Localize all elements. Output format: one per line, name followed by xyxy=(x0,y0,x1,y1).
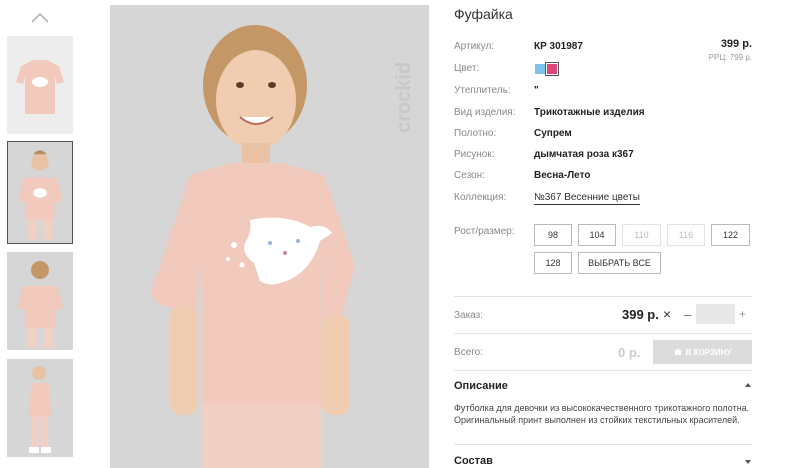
attr-value: Супрем xyxy=(534,128,572,139)
divider xyxy=(454,370,752,371)
size-button-116: 116 xyxy=(667,224,705,246)
divider xyxy=(454,444,752,445)
thumbnail-side-view[interactable] xyxy=(7,359,73,457)
product-title: Фуфайка xyxy=(454,6,513,22)
attr-label: Рисунок: xyxy=(454,149,495,160)
attr-label: Артикул: xyxy=(454,41,495,52)
order-label: Заказ: xyxy=(454,310,484,321)
total-value: 0 р. xyxy=(618,345,641,360)
attr-value: КР 301987 xyxy=(534,41,583,52)
brand-logo: crockid xyxy=(393,62,415,133)
color-swatch-pink[interactable] xyxy=(545,62,559,76)
description-text: Футболка для девочки из высококачественн… xyxy=(454,403,750,425)
recommended-price: РРЦ: 799 р. xyxy=(708,53,752,62)
size-button-122[interactable]: 122 xyxy=(711,224,750,246)
svg-text:crockid: crockid xyxy=(393,62,415,133)
main-product-photo[interactable]: crockid xyxy=(110,5,429,468)
attr-value: Весна-Лето xyxy=(534,170,591,181)
thumbnail-front-view[interactable] xyxy=(7,141,73,244)
attr-value: " xyxy=(534,85,539,96)
order-price: 399 р. xyxy=(622,307,659,322)
attr-label: Сезон: xyxy=(454,170,485,181)
thumbnail-shirt-flat[interactable] xyxy=(7,36,73,134)
cart-button-label: В КОРЗИНУ xyxy=(685,347,732,357)
thumbnail-column xyxy=(0,0,80,468)
attr-label: Утеплитель: xyxy=(454,85,511,96)
divider xyxy=(454,333,752,334)
color-swatch-blue[interactable] xyxy=(535,64,545,74)
select-all-sizes-button[interactable]: ВЫБРАТЬ ВСЕ xyxy=(578,252,661,274)
quantity-input[interactable] xyxy=(696,304,735,324)
chevron-up-small-icon[interactable] xyxy=(744,382,752,388)
collection-link[interactable]: №367 Весенние цветы xyxy=(534,192,640,205)
chevron-up-icon[interactable] xyxy=(30,10,50,24)
attr-label: Коллекция: xyxy=(454,192,507,203)
add-to-cart-button[interactable]: В КОРЗИНУ xyxy=(653,340,752,364)
price: 399 р. xyxy=(720,38,752,50)
size-button-128[interactable]: 128 xyxy=(534,252,572,274)
attr-value: Трикотажные изделия xyxy=(534,107,645,118)
attr-label: Цвет: xyxy=(454,63,480,74)
cart-icon xyxy=(674,348,681,355)
chevron-down-icon[interactable] xyxy=(744,459,752,465)
size-button-104[interactable]: 104 xyxy=(578,224,616,246)
composition-title[interactable]: Состав xyxy=(454,455,493,467)
description-title[interactable]: Описание xyxy=(454,380,508,392)
attr-label: Вид изделия: xyxy=(454,107,516,118)
attr-label: Полотно: xyxy=(454,128,497,139)
close-icon[interactable]: × xyxy=(663,306,671,322)
thumbnail-back-view[interactable] xyxy=(7,252,73,350)
attr-value: дымчатая роза к367 xyxy=(534,149,634,160)
quantity-decrement-button[interactable]: – xyxy=(684,307,691,322)
sizes-label: Рост/размер: xyxy=(454,226,515,237)
total-label: Всего: xyxy=(454,347,483,358)
size-button-98[interactable]: 98 xyxy=(534,224,572,246)
size-button-110: 110 xyxy=(622,224,661,246)
quantity-increment-button[interactable]: + xyxy=(739,307,746,321)
divider xyxy=(454,296,752,297)
